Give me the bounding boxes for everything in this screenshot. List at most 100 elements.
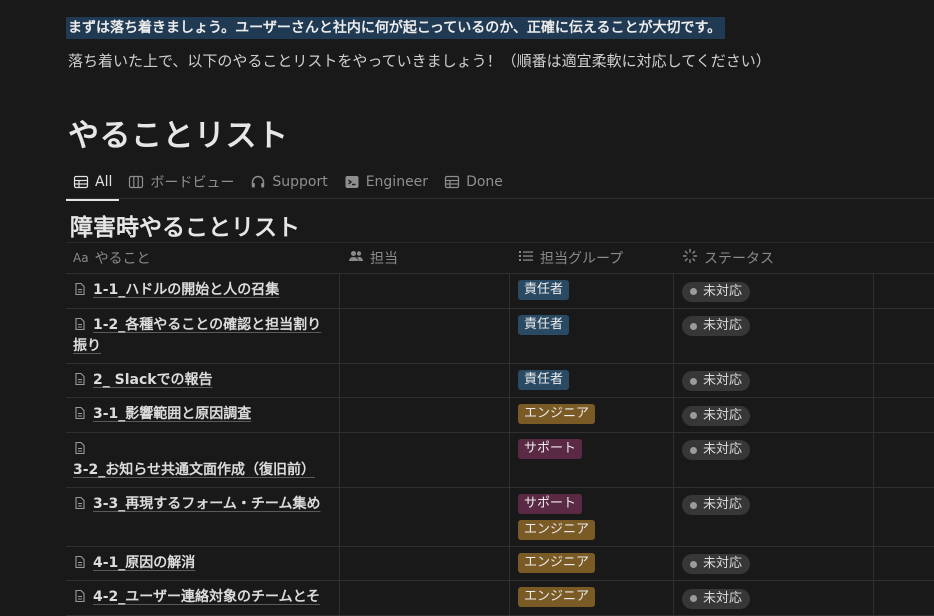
status-badge: 未対応 (682, 316, 751, 336)
assignee-cell[interactable] (340, 432, 510, 487)
group-tag: サポート (518, 438, 583, 459)
row-title[interactable]: 3-2_お知らせ共通文面作成（復旧前） (73, 462, 315, 478)
page-icon (73, 555, 87, 569)
status-cell[interactable]: 未対応 (674, 546, 874, 580)
status-dot-icon (690, 322, 697, 330)
row-title[interactable]: 4-1_原因の解消 (93, 555, 195, 571)
database-title[interactable]: 障害時やることリスト (70, 208, 300, 242)
status-cell[interactable]: 未対応 (674, 363, 874, 397)
tab-4[interactable]: Done (437, 168, 510, 196)
assignee-cell[interactable] (340, 398, 510, 432)
row-title-cell[interactable]: 1-2_各種やることの確認と担当割り振り (66, 308, 340, 363)
group-cell[interactable]: 責任者 (510, 363, 674, 397)
row-title-cell[interactable]: 4-2_ユーザー連絡対象のチームとそ (66, 581, 340, 615)
assignee-cell[interactable] (340, 546, 510, 580)
row-title[interactable]: 1-1_ハドルの開始と人の召集 (93, 282, 279, 298)
row-title[interactable]: 3-3_再現するフォーム・チーム集め (93, 496, 320, 512)
status-cell[interactable]: 未対応 (674, 487, 874, 546)
spinner-icon (682, 248, 698, 268)
table-row[interactable]: 3-2_お知らせ共通文面作成（復旧前） サポート 未対応 (66, 432, 934, 488)
group-tag: エンジニア (518, 587, 596, 607)
assignee-cell[interactable] (340, 308, 510, 363)
table-row[interactable]: 3-1_影響範囲と原因調査 エンジニア 未対応 (66, 398, 934, 433)
status-cell[interactable]: 未対応 (674, 398, 874, 432)
column-header-assignee[interactable]: 担当 (340, 243, 510, 273)
status-dot-icon (690, 595, 697, 602)
tab-label: Engineer (365, 174, 429, 190)
aa-icon: Aa (73, 251, 89, 265)
row-spacer (874, 398, 934, 432)
assignee-cell[interactable] (340, 274, 510, 308)
tab-label: All (95, 174, 113, 190)
column-header-assignee-label: 担当 (370, 251, 398, 267)
table-icon (73, 174, 89, 190)
row-title-cell[interactable]: 2_ Slackでの報告 (66, 363, 340, 397)
row-spacer (874, 274, 934, 308)
row-title-cell[interactable]: 4-1_原因の解消 (66, 546, 340, 580)
table-row[interactable]: 4-2_ユーザー連絡対象のチームとそ エンジニア 未対応 (66, 581, 934, 616)
status-cell[interactable]: 未対応 (674, 581, 874, 615)
group-cell[interactable]: サポート (510, 432, 674, 487)
status-cell[interactable]: 未対応 (674, 432, 874, 487)
table-row[interactable]: 3-3_再現するフォーム・チーム集め サポートエンジニア 未対応 (66, 487, 934, 547)
table-row[interactable]: 1-2_各種やることの確認と担当割り振り 責任者 未対応 (66, 308, 934, 364)
people-icon (348, 248, 364, 268)
group-cell[interactable]: エンジニア (510, 398, 674, 432)
table-row[interactable]: 2_ Slackでの報告 責任者 未対応 (66, 363, 934, 398)
status-label: 未対応 (703, 497, 743, 512)
tab-2[interactable]: Support (243, 168, 334, 196)
group-cell[interactable]: サポート エンジニア (510, 487, 674, 546)
status-badge: 未対応 (682, 371, 751, 391)
column-header-group[interactable]: 担当グループ (510, 243, 674, 273)
status-dot-icon (690, 377, 697, 385)
status-badge: 未対応 (682, 440, 751, 460)
table-row[interactable]: 4-1_原因の解消 エンジニア 未対応 (66, 546, 934, 581)
assignee-cell[interactable] (340, 363, 510, 397)
terminal-icon (344, 174, 360, 190)
table-row[interactable]: 1-1_ハドルの開始と人の召集 責任者 未対応 (66, 274, 934, 309)
row-spacer (874, 488, 934, 546)
board-icon (128, 174, 144, 190)
row-title-cell[interactable]: 3-3_再現するフォーム・チーム集め (66, 487, 340, 546)
tab-label: Done (466, 174, 503, 190)
status-cell[interactable]: 未対応 (674, 274, 874, 308)
row-title-cell[interactable]: 3-2_お知らせ共通文面作成（復旧前） (66, 432, 340, 487)
group-cell[interactable]: エンジニア (510, 581, 674, 615)
group-tag: 責任者 (518, 369, 570, 390)
tab-0[interactable]: All (66, 168, 120, 201)
row-title[interactable]: 1-2_各種やることの確認と担当割り振り (73, 317, 321, 354)
row-title-cell[interactable]: 1-1_ハドルの開始と人の召集 (66, 274, 340, 308)
row-title[interactable]: 2_ Slackでの報告 (93, 372, 213, 388)
group-tag: エンジニア (518, 519, 596, 540)
status-label: 未対応 (703, 407, 743, 423)
group-tag: エンジニア (518, 552, 596, 573)
group-cell[interactable]: エンジニア (510, 546, 674, 580)
assignee-cell[interactable] (340, 581, 510, 615)
status-badge: 未対応 (682, 405, 751, 426)
page-icon (73, 589, 87, 603)
status-label: 未対応 (703, 556, 743, 571)
group-tag: サポート (518, 493, 583, 514)
tab-1[interactable]: ボードビュー (121, 168, 241, 196)
status-dot-icon (690, 412, 697, 419)
tab-3[interactable]: Engineer (337, 168, 435, 196)
status-badge: 未対応 (682, 554, 751, 574)
status-badge: 未対応 (682, 495, 751, 515)
intro-subtext: 落ち着いた上で、以下のやることリストをやっていきましょう！（順番は適宜柔軟に対応… (68, 52, 771, 70)
row-spacer (874, 364, 934, 398)
database-table: Aa やること 担当 担当グループ ステータス 1-1_ハドルの開始と人の召集責… (66, 242, 934, 616)
column-header-status[interactable]: ステータス (674, 243, 874, 273)
status-label: 未対応 (703, 442, 743, 457)
row-title-cell[interactable]: 3-1_影響範囲と原因調査 (66, 398, 340, 432)
assignee-cell[interactable] (340, 487, 510, 546)
group-tag: エンジニア (518, 404, 596, 424)
column-header-name[interactable]: Aa やること (66, 243, 340, 273)
page-icon (73, 496, 87, 510)
row-title[interactable]: 3-1_影響範囲と原因調査 (93, 406, 251, 422)
group-cell[interactable]: 責任者 (510, 274, 674, 308)
status-cell[interactable]: 未対応 (674, 308, 874, 363)
row-spacer (874, 433, 934, 487)
status-dot-icon (690, 288, 697, 295)
tab-label: ボードビュー (150, 175, 235, 191)
group-cell[interactable]: 責任者 (510, 308, 674, 363)
